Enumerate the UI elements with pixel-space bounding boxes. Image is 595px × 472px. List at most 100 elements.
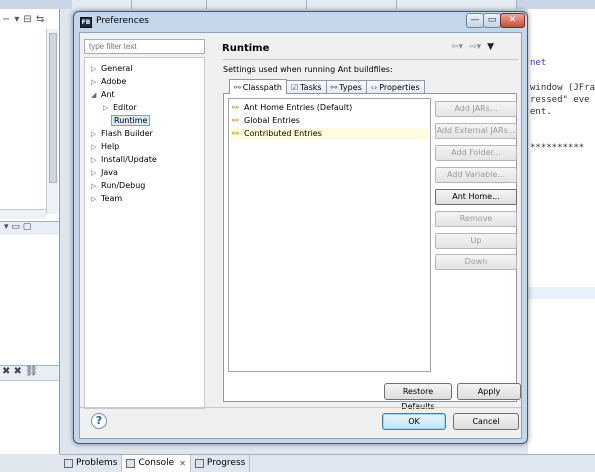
- tab-label: Progress: [206, 458, 246, 468]
- classpath-tab-body: ⚯ Ant Home Entries (Default) ⚯ Global Entr…: [223, 93, 517, 402]
- classpath-entry-icon: ⚯: [232, 103, 239, 112]
- code-line: ressed" eve: [530, 95, 590, 105]
- bottom-view-tabs: Problems Console ✕ Progress: [60, 454, 595, 472]
- tree-item-run-debug[interactable]: ▷ Run/Debug: [91, 180, 145, 192]
- collapse-arrow-icon[interactable]: ◢: [91, 89, 101, 101]
- app-icon: FB: [80, 17, 92, 28]
- view-toolbar: − ▾ ⊟ ⇆: [2, 11, 58, 27]
- code-line: net: [530, 58, 547, 68]
- page-description: Settings used when running Ant buildfile…: [223, 65, 393, 74]
- console-tab[interactable]: Console ✕: [122, 454, 191, 472]
- tree-item-install-update[interactable]: ▷ Install/Update: [91, 154, 157, 166]
- dialog-titlebar[interactable]: FB Preferences — ▭ ✕: [74, 12, 527, 32]
- remove-button[interactable]: Remove: [435, 211, 517, 227]
- progress-icon: [194, 458, 204, 468]
- classpath-entries-list[interactable]: ⚯ Ant Home Entries (Default) ⚯ Global Entr…: [228, 98, 431, 372]
- footer-separator: [80, 407, 521, 408]
- progress-tab[interactable]: Progress: [191, 454, 251, 472]
- tab-types[interactable]: ⚯ Types: [325, 80, 367, 94]
- tab-tasks[interactable]: ☑ Tasks: [285, 80, 327, 94]
- classpath-icon: ⚯: [234, 82, 241, 92]
- add-jars-button[interactable]: Add JARs...: [435, 101, 517, 117]
- tree-item-team[interactable]: ▷ Team: [91, 193, 122, 205]
- tree-item-java[interactable]: ▷ Java: [91, 167, 118, 179]
- horizontal-scrollbar[interactable]: [0, 209, 46, 219]
- close-button[interactable]: ✕: [500, 13, 525, 28]
- up-button[interactable]: Up: [435, 233, 517, 249]
- tree-item-flash-builder[interactable]: ▷ Flash Builder: [91, 128, 153, 140]
- page-title: Runtime: [222, 43, 270, 54]
- help-icon[interactable]: ?: [91, 413, 107, 429]
- expand-arrow-icon[interactable]: ▷: [91, 141, 101, 153]
- expand-arrow-icon[interactable]: ▷: [91, 167, 101, 179]
- ok-button[interactable]: OK: [382, 413, 446, 430]
- list-item[interactable]: ⚯ Contributed Entries: [230, 128, 429, 140]
- vertical-scrollbar[interactable]: [46, 29, 58, 214]
- expand-arrow-icon[interactable]: ▷: [91, 154, 101, 166]
- back-arrow-icon[interactable]: ⇦▾: [451, 42, 463, 52]
- down-button[interactable]: Down: [435, 254, 517, 270]
- preference-tree: ▷ General ▷ Adobe ◢ Ant ▷ Editor Runtime ▷ Fl…: [84, 57, 205, 409]
- current-line-highlight: [528, 287, 595, 299]
- code-line: **********: [530, 143, 585, 153]
- tab-label: Problems: [76, 458, 118, 468]
- restore-defaults-button[interactable]: Restore Defaults: [384, 383, 452, 411]
- console-icon: [126, 458, 136, 468]
- expand-arrow-icon[interactable]: ▷: [91, 180, 101, 192]
- add-external-jars-button[interactable]: Add External JARs...: [435, 123, 517, 139]
- expand-arrow-icon[interactable]: ▷: [91, 63, 101, 75]
- left-view-pane: − ▾ ⊟ ⇆ ▾ ▭ ▢ ✖ ✖ ⛓: [0, 9, 60, 454]
- expand-arrow-icon[interactable]: ▷: [91, 193, 101, 205]
- editor-tab[interactable]: [132, 0, 207, 9]
- code-line: ent.: [530, 107, 552, 117]
- title-separator: [222, 59, 518, 60]
- dialog-title: Preferences: [96, 16, 149, 26]
- cancel-button[interactable]: Cancel: [453, 413, 519, 430]
- console-toolbar: ✖ ✖ ⛓: [0, 365, 59, 381]
- minimize-view-icon[interactable]: −: [2, 14, 10, 25]
- maximize-button[interactable]: ▭: [483, 13, 501, 28]
- scrollbar-thumb[interactable]: [49, 33, 57, 183]
- tab-label: Console: [138, 458, 175, 468]
- apply-button[interactable]: Apply: [457, 383, 521, 400]
- editor-tab[interactable]: [207, 0, 307, 9]
- menu-dropdown-icon[interactable]: ▼: [487, 42, 494, 52]
- view-menu-icon[interactable]: ▾: [14, 14, 19, 25]
- view-toolbar-2: ▾ ▭ ▢: [0, 221, 59, 235]
- add-folder-button[interactable]: Add Folder...: [435, 145, 517, 161]
- list-item[interactable]: ⚯ Ant Home Entries (Default): [230, 102, 429, 114]
- forward-arrow-icon[interactable]: ⇨▾: [469, 42, 481, 52]
- list-item[interactable]: ⚯ Global Entries: [230, 115, 429, 127]
- expand-arrow-icon[interactable]: ▷: [91, 128, 101, 140]
- runtime-tabs: ⚯ Classpath ☑ Tasks ⚯ Types ‹› Properties: [229, 79, 425, 94]
- collapse-all-icon[interactable]: ⊟: [23, 14, 31, 25]
- page-nav: ⇦▾ ⇨▾ ▼: [451, 42, 494, 52]
- ant-home-button[interactable]: Ant Home...: [435, 189, 517, 205]
- tree-item-runtime[interactable]: Runtime: [111, 115, 151, 127]
- problems-tab[interactable]: Problems: [60, 454, 123, 472]
- editor-tab[interactable]: [307, 0, 397, 9]
- problems-icon: [64, 458, 73, 468]
- filter-input[interactable]: [84, 39, 205, 54]
- add-variable-button[interactable]: Add Variable...: [435, 167, 517, 183]
- code-line: window (JFra: [530, 83, 595, 93]
- expand-arrow-icon[interactable]: ▷: [103, 102, 113, 114]
- tree-item-adobe[interactable]: ▷ Adobe: [91, 76, 126, 88]
- classpath-entry-icon: ⚯: [232, 116, 239, 125]
- classpath-entry-icon: ⚯: [232, 129, 239, 138]
- tree-item-editor[interactable]: ▷ Editor: [103, 102, 137, 114]
- tab-classpath[interactable]: ⚯ Classpath: [229, 79, 287, 94]
- tab-properties[interactable]: ‹› Properties: [365, 80, 425, 94]
- tree-item-ant[interactable]: ◢ Ant: [91, 89, 115, 101]
- dialog-client-area: ▷General ▷Adobe ◢Ant ▷Editor Runtime ▷Fl…: [79, 32, 522, 439]
- minimize-button[interactable]: —: [466, 13, 484, 28]
- tree-item-general[interactable]: ▷ General: [91, 63, 133, 75]
- expand-arrow-icon[interactable]: ▷: [91, 76, 101, 88]
- close-icon[interactable]: ✕: [179, 459, 186, 468]
- editor-tab[interactable]: [397, 0, 517, 9]
- tree-item-help[interactable]: ▷ Help: [91, 141, 119, 153]
- editor-area: [528, 9, 595, 454]
- editor-tab[interactable]: [72, 0, 132, 9]
- link-editor-icon[interactable]: ⇆: [36, 14, 44, 25]
- preferences-dialog: FB Preferences — ▭ ✕ ▷General ▷Adobe ◢An…: [73, 11, 528, 444]
